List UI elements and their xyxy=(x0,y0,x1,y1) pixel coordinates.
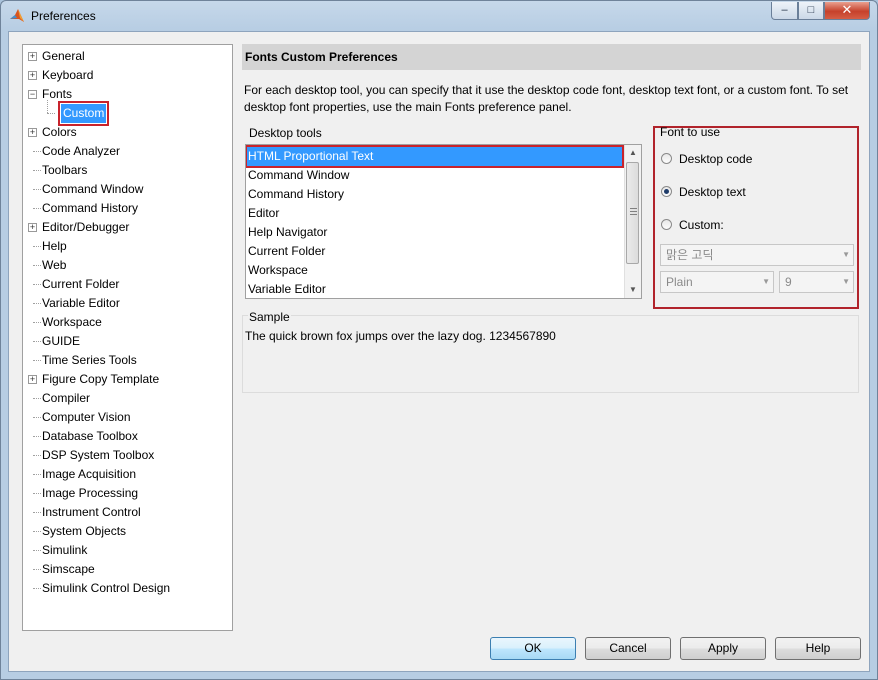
tree-item-colors[interactable]: Colors xyxy=(42,123,77,142)
tree-item-general[interactable]: General xyxy=(42,47,85,66)
tree-item-figure-copy-template[interactable]: Figure Copy Template xyxy=(42,370,159,389)
close-button[interactable]: ✕ xyxy=(824,2,870,20)
tree-item-guide[interactable]: GUIDE xyxy=(42,332,80,351)
tree-item-image-acquisition[interactable]: Image Acquisition xyxy=(42,465,136,484)
preferences-tree[interactable]: + General + Keyboard − Fonts Custom + Colors Code… xyxy=(22,44,233,631)
matlab-logo-icon xyxy=(10,9,24,22)
list-item[interactable]: Variable Editor xyxy=(248,280,326,298)
list-scrollbar[interactable]: ▲ ▼ xyxy=(624,145,641,298)
tree-item-dsp-system-toolbox[interactable]: DSP System Toolbox xyxy=(42,446,154,465)
cancel-button[interactable]: Cancel xyxy=(585,637,671,660)
tree-item-help[interactable]: Help xyxy=(42,237,67,256)
window-title: Preferences xyxy=(31,9,96,23)
tree-item-image-processing[interactable]: Image Processing xyxy=(42,484,138,503)
scroll-down-icon[interactable]: ▼ xyxy=(625,282,641,298)
list-item[interactable]: Workspace xyxy=(248,261,308,280)
expand-plus-icon[interactable]: + xyxy=(28,52,37,61)
tree-item-command-history[interactable]: Command History xyxy=(42,199,138,218)
scroll-thumb[interactable] xyxy=(626,162,639,264)
tree-item-web[interactable]: Web xyxy=(42,256,66,275)
expand-plus-icon[interactable]: + xyxy=(28,128,37,137)
list-item[interactable]: Help Navigator xyxy=(248,223,327,242)
sample-box xyxy=(242,315,859,393)
apply-button[interactable]: Apply xyxy=(680,637,766,660)
minimize-button[interactable]: – xyxy=(771,2,798,20)
help-button[interactable]: Help xyxy=(775,637,861,660)
dialog-body: + General + Keyboard − Fonts Custom + Colors Code… xyxy=(8,31,870,672)
font-to-use-group: Font to use Desktop code Desktop text Cu… xyxy=(653,125,859,309)
tree-item-toolbars[interactable]: Toolbars xyxy=(42,161,87,180)
tree-item-compiler[interactable]: Compiler xyxy=(42,389,90,408)
desktop-tools-label: Desktop tools xyxy=(248,126,323,140)
list-item[interactable]: Editor xyxy=(248,204,279,223)
tree-item-time-series-tools[interactable]: Time Series Tools xyxy=(42,351,137,370)
expand-plus-icon[interactable]: + xyxy=(28,71,37,80)
collapse-minus-icon[interactable]: − xyxy=(28,90,37,99)
preferences-window: Preferences – □ ✕ + General + Keyboard − Font… xyxy=(0,0,878,680)
tree-item-instrument-control[interactable]: Instrument Control xyxy=(42,503,141,522)
tree-item-simscape[interactable]: Simscape xyxy=(42,560,95,579)
tree-item-editor-debugger[interactable]: Editor/Debugger xyxy=(42,218,129,237)
expand-plus-icon[interactable]: + xyxy=(28,223,37,232)
expand-plus-icon[interactable]: + xyxy=(28,375,37,384)
panel-description: For each desktop tool, you can specify t… xyxy=(244,83,849,114)
tree-item-keyboard[interactable]: Keyboard xyxy=(42,66,93,85)
tree-item-command-window[interactable]: Command Window xyxy=(42,180,143,199)
tree-item-fonts[interactable]: Fonts xyxy=(42,85,72,104)
radio-icon[interactable] xyxy=(661,153,672,164)
font-to-use-label: Font to use xyxy=(660,125,721,139)
tree-item-variable-editor[interactable]: Variable Editor xyxy=(42,294,120,313)
radio-icon[interactable] xyxy=(661,219,672,230)
tree-item-database-toolbox[interactable]: Database Toolbox xyxy=(42,427,138,446)
tree-item-code-analyzer[interactable]: Code Analyzer xyxy=(42,142,120,161)
sample-text: The quick brown fox jumps over the lazy … xyxy=(245,329,556,343)
dropdown-arrow-icon: ▼ xyxy=(842,250,850,259)
maximize-button[interactable]: □ xyxy=(798,2,824,20)
font-size-select[interactable]: 9 ▼ xyxy=(779,271,854,293)
panel-header: Fonts Custom Preferences xyxy=(242,44,861,70)
tree-item-workspace[interactable]: Workspace xyxy=(42,313,102,332)
tree-item-current-folder[interactable]: Current Folder xyxy=(42,275,119,294)
font-name-select[interactable]: 맑은 고딕 ▼ xyxy=(660,244,854,266)
desktop-tools-list[interactable]: Variable Editor Workspace Current Folder He… xyxy=(245,144,642,299)
list-item[interactable]: Command History xyxy=(248,185,344,204)
tree-item-custom[interactable]: Custom xyxy=(57,101,110,126)
radio-selected-icon[interactable] xyxy=(661,186,672,197)
list-item[interactable]: Command Window xyxy=(248,166,349,185)
title-bar[interactable]: Preferences – □ ✕ xyxy=(1,1,877,31)
list-item[interactable]: Current Folder xyxy=(248,242,325,261)
sample-label: Sample xyxy=(248,310,291,324)
tree-item-simulink-control-design[interactable]: Simulink Control Design xyxy=(42,579,170,598)
tree-item-computer-vision[interactable]: Computer Vision xyxy=(42,408,131,427)
tree-item-system-objects[interactable]: System Objects xyxy=(42,522,126,541)
dropdown-arrow-icon: ▼ xyxy=(762,277,770,286)
tree-item-simulink[interactable]: Simulink xyxy=(42,541,87,560)
scroll-up-icon[interactable]: ▲ xyxy=(625,145,641,161)
dropdown-arrow-icon: ▼ xyxy=(842,277,850,286)
ok-button[interactable]: OK xyxy=(490,637,576,660)
list-item[interactable]: HTML Proportional Text xyxy=(246,145,624,168)
font-style-select[interactable]: Plain ▼ xyxy=(660,271,774,293)
